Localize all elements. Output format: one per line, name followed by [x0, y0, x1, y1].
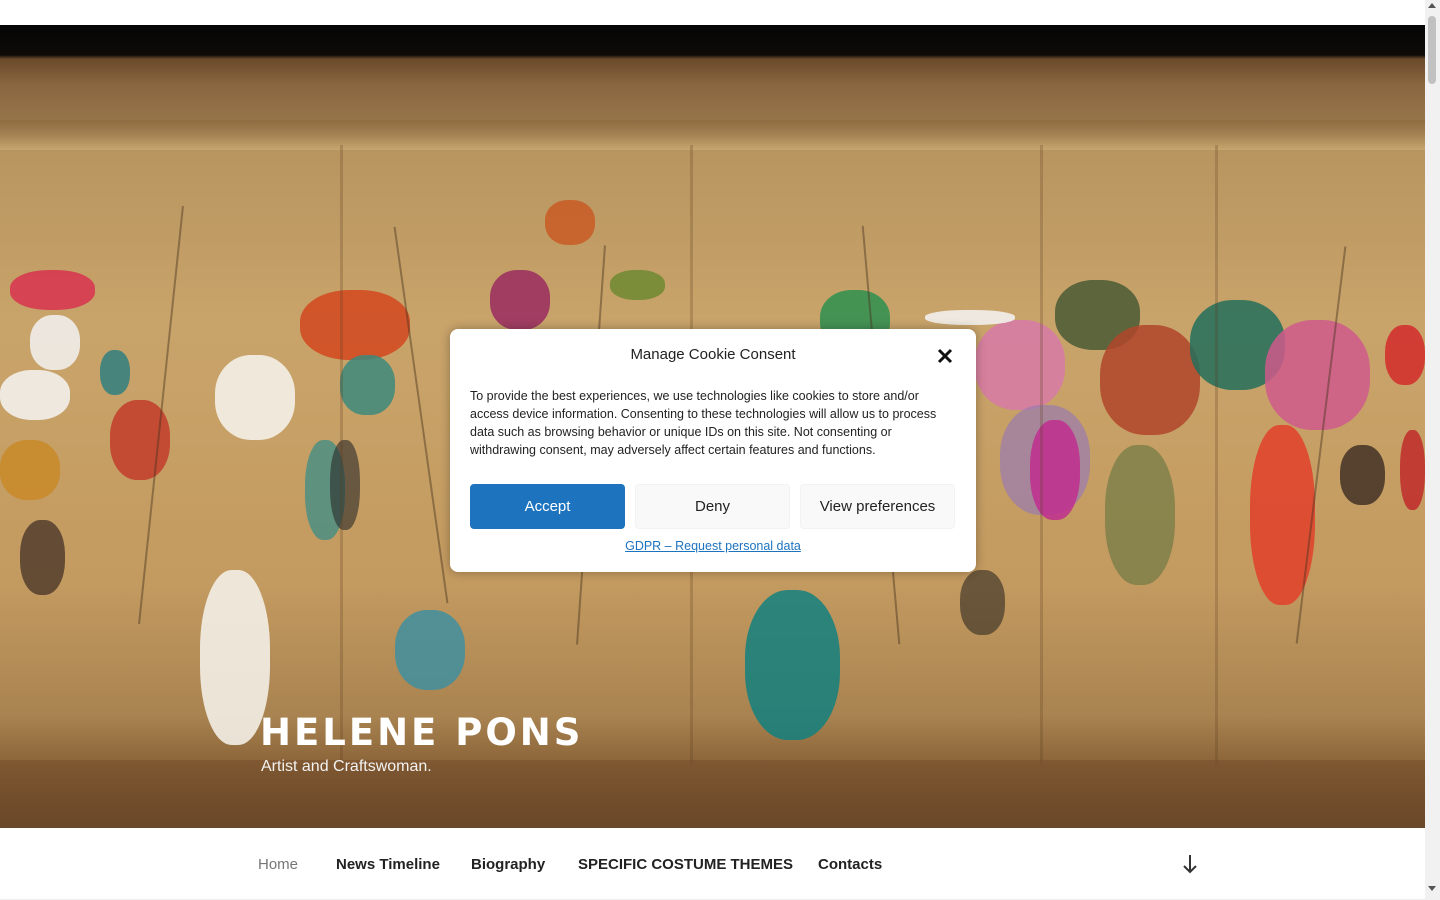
paint-blob [1105, 445, 1175, 585]
gdpr-request-link[interactable]: GDPR – Request personal data [450, 539, 976, 553]
site-branding: HELENE PONS Artist and Craftswoman. [260, 712, 583, 776]
paint-blob [1400, 430, 1425, 510]
scroll-up-icon[interactable] [1428, 3, 1436, 8]
page-scrollbar[interactable] [1425, 0, 1440, 900]
paint-blob [0, 440, 60, 500]
nav-item-contacts[interactable]: Contacts [818, 856, 882, 873]
view-preferences-button[interactable]: View preferences [800, 484, 955, 529]
close-icon[interactable] [936, 347, 954, 365]
paint-blob [610, 270, 665, 300]
paint-blob [1340, 445, 1385, 505]
dialog-message: To provide the best experiences, we use … [470, 389, 937, 457]
accept-button[interactable]: Accept [470, 484, 625, 529]
paint-blob [745, 590, 840, 740]
paint-blob [975, 320, 1065, 410]
paint-blob [1265, 320, 1370, 430]
paint-blob [1385, 325, 1425, 385]
cookie-consent-dialog: Manage Cookie Consent To provide the bes… [450, 329, 976, 572]
paint-blob [10, 270, 95, 310]
paint-blob [100, 350, 130, 395]
paint-blob [0, 370, 70, 420]
arrow-down-icon[interactable] [1180, 852, 1200, 876]
paper-fold [340, 145, 343, 765]
paint-blob [30, 315, 80, 370]
paint-blob [300, 290, 410, 360]
paint-blob [395, 610, 465, 690]
paint-blob [340, 355, 395, 415]
paper-bottom-band [0, 760, 1425, 828]
paint-blob [1030, 420, 1080, 520]
paper-band [0, 120, 1425, 150]
site-tagline: Artist and Craftswoman. [261, 758, 432, 775]
paint-blob [20, 520, 65, 595]
deny-button[interactable]: Deny [635, 484, 790, 529]
nav-item-news-timeline[interactable]: News Timeline [336, 856, 440, 873]
paper-fold [1215, 145, 1218, 765]
nav-item-specific-costume-themes[interactable]: SPECIFIC COSTUME THEMES [578, 856, 793, 873]
sketch-line [393, 226, 449, 604]
paint-blob [925, 310, 1015, 325]
paint-blob [215, 355, 295, 440]
paper-fold [1040, 145, 1043, 765]
paint-blob [960, 570, 1005, 635]
scrollbar-thumb[interactable] [1428, 16, 1436, 84]
paint-blob [330, 440, 360, 530]
scroll-down-icon[interactable] [1428, 886, 1436, 891]
main-navigation: Home News Timeline Biography SPECIFIC CO… [0, 828, 1425, 900]
nav-item-home[interactable]: Home [258, 856, 298, 873]
dialog-title: Manage Cookie Consent [630, 346, 796, 363]
paint-blob [545, 200, 595, 245]
paint-blob [1100, 325, 1200, 435]
paint-blob [490, 270, 550, 330]
site-title[interactable]: HELENE PONS [260, 712, 583, 754]
nav-item-biography[interactable]: Biography [471, 856, 545, 873]
browser-top-strip [0, 0, 1425, 25]
